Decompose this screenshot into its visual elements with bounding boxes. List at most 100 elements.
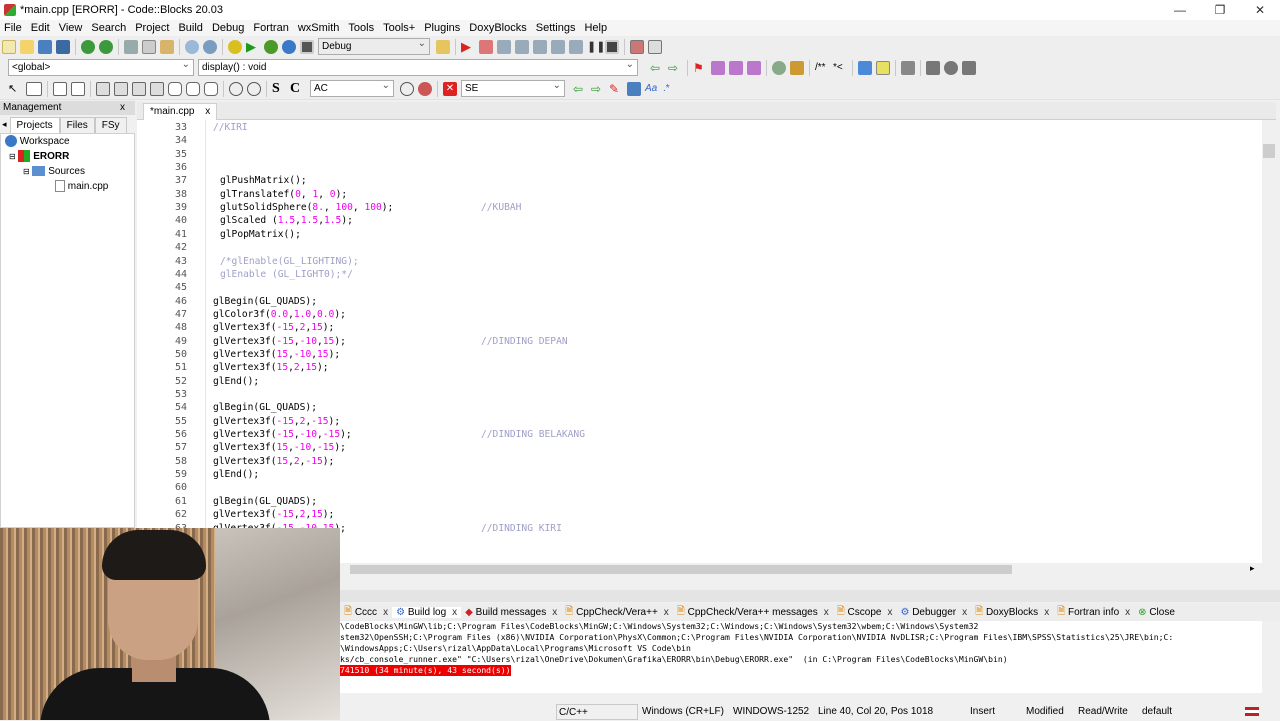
- tree-project[interactable]: ⊟ ERORR: [9, 150, 69, 164]
- wxsmith-icon[interactable]: [772, 60, 786, 75]
- redo-icon[interactable]: [99, 39, 113, 54]
- menu-plugins[interactable]: Plugins: [420, 22, 465, 34]
- menu-debug[interactable]: Debug: [208, 22, 249, 34]
- build-gear-icon[interactable]: [228, 39, 242, 54]
- debug-run-icon[interactable]: ▶: [461, 39, 475, 54]
- menu-help[interactable]: Help: [580, 22, 612, 34]
- undo-icon[interactable]: [81, 39, 95, 54]
- selected-text-icon[interactable]: [627, 81, 641, 96]
- logs-vertical-scrollbar[interactable]: [1262, 621, 1276, 693]
- save-icon[interactable]: [38, 39, 52, 54]
- bookmark-next-icon[interactable]: [729, 60, 743, 75]
- debug-info-icon[interactable]: [648, 39, 662, 54]
- menu-tools[interactable]: Tools: [344, 22, 379, 34]
- open-file-icon[interactable]: [20, 39, 34, 54]
- next-line-icon[interactable]: [497, 39, 511, 54]
- tab-fortran-info[interactable]: 🗎 Fortran info x: [1053, 604, 1134, 621]
- fortran-next-icon[interactable]: [962, 60, 976, 75]
- find-icon[interactable]: [185, 39, 199, 54]
- run-to-cursor-icon[interactable]: [479, 39, 493, 54]
- tab-cscope[interactable]: 🗎 Cscope x: [833, 604, 897, 621]
- close-button[interactable]: ✕: [1240, 0, 1280, 20]
- zoom-out-icon[interactable]: [247, 81, 261, 96]
- tab-cppcheck-messages[interactable]: 🗎 CppCheck/Vera++ messages x: [673, 604, 833, 621]
- bookmark-clear-icon[interactable]: [747, 60, 761, 75]
- step-out-icon[interactable]: [533, 39, 547, 54]
- tab-doxyblocks[interactable]: 🗎 DoxyBlocks x: [971, 604, 1053, 621]
- replace-icon[interactable]: [203, 39, 217, 54]
- menu-doxyblocks[interactable]: DoxyBlocks: [465, 22, 531, 34]
- tab-cccc[interactable]: 🗎 Cccc x: [340, 604, 392, 621]
- menu-tools-plus[interactable]: Tools+: [379, 22, 420, 34]
- debug-windows-icon[interactable]: [630, 39, 644, 54]
- search-options-icon[interactable]: [418, 81, 432, 96]
- cut-icon[interactable]: [124, 39, 138, 54]
- highlight-icon[interactable]: ✎: [609, 82, 623, 96]
- fortran-dot-icon[interactable]: [944, 60, 958, 75]
- menu-view[interactable]: View: [55, 22, 88, 34]
- collapse-icon[interactable]: ⊟: [23, 167, 30, 176]
- s-icon[interactable]: S: [272, 81, 286, 96]
- tools-icon[interactable]: [901, 60, 915, 75]
- paste-icon[interactable]: [160, 39, 174, 54]
- tree-file-main[interactable]: main.cpp: [55, 180, 108, 194]
- bookmark-toggle-icon[interactable]: ⚑: [693, 61, 707, 75]
- run-icon[interactable]: ▶: [246, 39, 260, 54]
- tree-workspace[interactable]: Workspace: [5, 135, 70, 149]
- editor-hscroll-thumb[interactable]: [350, 565, 1012, 574]
- tab-close-icon[interactable]: x: [205, 106, 210, 117]
- regex-select[interactable]: SE: [461, 78, 565, 97]
- doxy-comment-icon[interactable]: /**: [815, 61, 829, 75]
- loop-icon[interactable]: [71, 81, 85, 96]
- clear-icon[interactable]: ✕: [443, 81, 457, 96]
- menu-file[interactable]: File: [0, 22, 27, 34]
- next-instruction-icon[interactable]: [551, 39, 565, 54]
- search-icon[interactable]: [400, 81, 414, 96]
- step-into-icon[interactable]: [515, 39, 529, 54]
- menu-edit[interactable]: Edit: [27, 22, 55, 34]
- regex-icon[interactable]: .*: [663, 82, 677, 96]
- tab-build-log[interactable]: ⚙ Build log x: [392, 606, 462, 618]
- c-icon[interactable]: C: [290, 81, 304, 96]
- zoom-in-icon[interactable]: [229, 81, 243, 96]
- editor-vertical-scrollbar[interactable]: [1262, 120, 1276, 563]
- tab-closed-files[interactable]: ⊗ Close: [1134, 607, 1179, 618]
- function-select[interactable]: display() : void: [198, 57, 638, 76]
- nsd-switch-icon[interactable]: [204, 81, 218, 96]
- nsd-return-icon[interactable]: [186, 81, 200, 96]
- collapse-icon[interactable]: ⊟: [9, 152, 16, 161]
- match-case-icon[interactable]: Aa: [645, 82, 659, 96]
- doxy-line-comment-icon[interactable]: *<: [833, 61, 847, 75]
- build-target-select[interactable]: Debug: [318, 36, 430, 55]
- select-arrow-icon[interactable]: ↖: [8, 82, 22, 96]
- nsd-instruction-icon[interactable]: [96, 81, 110, 96]
- code-editor[interactable]: 33 //KIRI 34 35 36 37 glPushMatrix(); 38 glTrans…: [137, 120, 1276, 563]
- menu-search[interactable]: Search: [87, 22, 131, 34]
- menu-fortran[interactable]: Fortran: [249, 22, 293, 34]
- tab-projects[interactable]: Projects: [9, 117, 60, 133]
- find-prev-icon[interactable]: ⇦: [573, 82, 587, 96]
- menu-project[interactable]: Project: [131, 22, 174, 34]
- pause-icon[interactable]: ❚❚: [587, 40, 605, 54]
- block-icon[interactable]: [26, 81, 42, 96]
- abort-icon[interactable]: [300, 39, 314, 54]
- tree-sources-folder[interactable]: ⊟ Sources: [23, 165, 85, 179]
- minimize-button[interactable]: —: [1160, 0, 1200, 20]
- jump-back-icon[interactable]: ⇦: [650, 61, 664, 75]
- menu-settings[interactable]: Settings: [532, 22, 581, 34]
- bookmark-prev-icon[interactable]: [711, 60, 725, 75]
- fortran-prev-icon[interactable]: [926, 60, 940, 75]
- editor-scroll-thumb[interactable]: [1263, 144, 1275, 158]
- build-and-run-icon[interactable]: [264, 39, 278, 54]
- nsd-while-icon[interactable]: [132, 81, 146, 96]
- tab-cppcheck[interactable]: 🗎 CppCheck/Vera++ x: [561, 604, 673, 621]
- maximize-button[interactable]: ❐: [1200, 0, 1240, 20]
- tab-build-messages[interactable]: ◆ Build messages x: [461, 607, 561, 618]
- decision-icon[interactable]: [53, 81, 67, 96]
- copy-icon[interactable]: [142, 39, 156, 54]
- nsd-case-icon[interactable]: [114, 81, 128, 96]
- save-all-icon[interactable]: [56, 39, 70, 54]
- step-instruction-icon[interactable]: [569, 39, 583, 54]
- rebuild-icon[interactable]: [282, 39, 296, 54]
- tab-fsymbols[interactable]: FSy: [94, 117, 127, 133]
